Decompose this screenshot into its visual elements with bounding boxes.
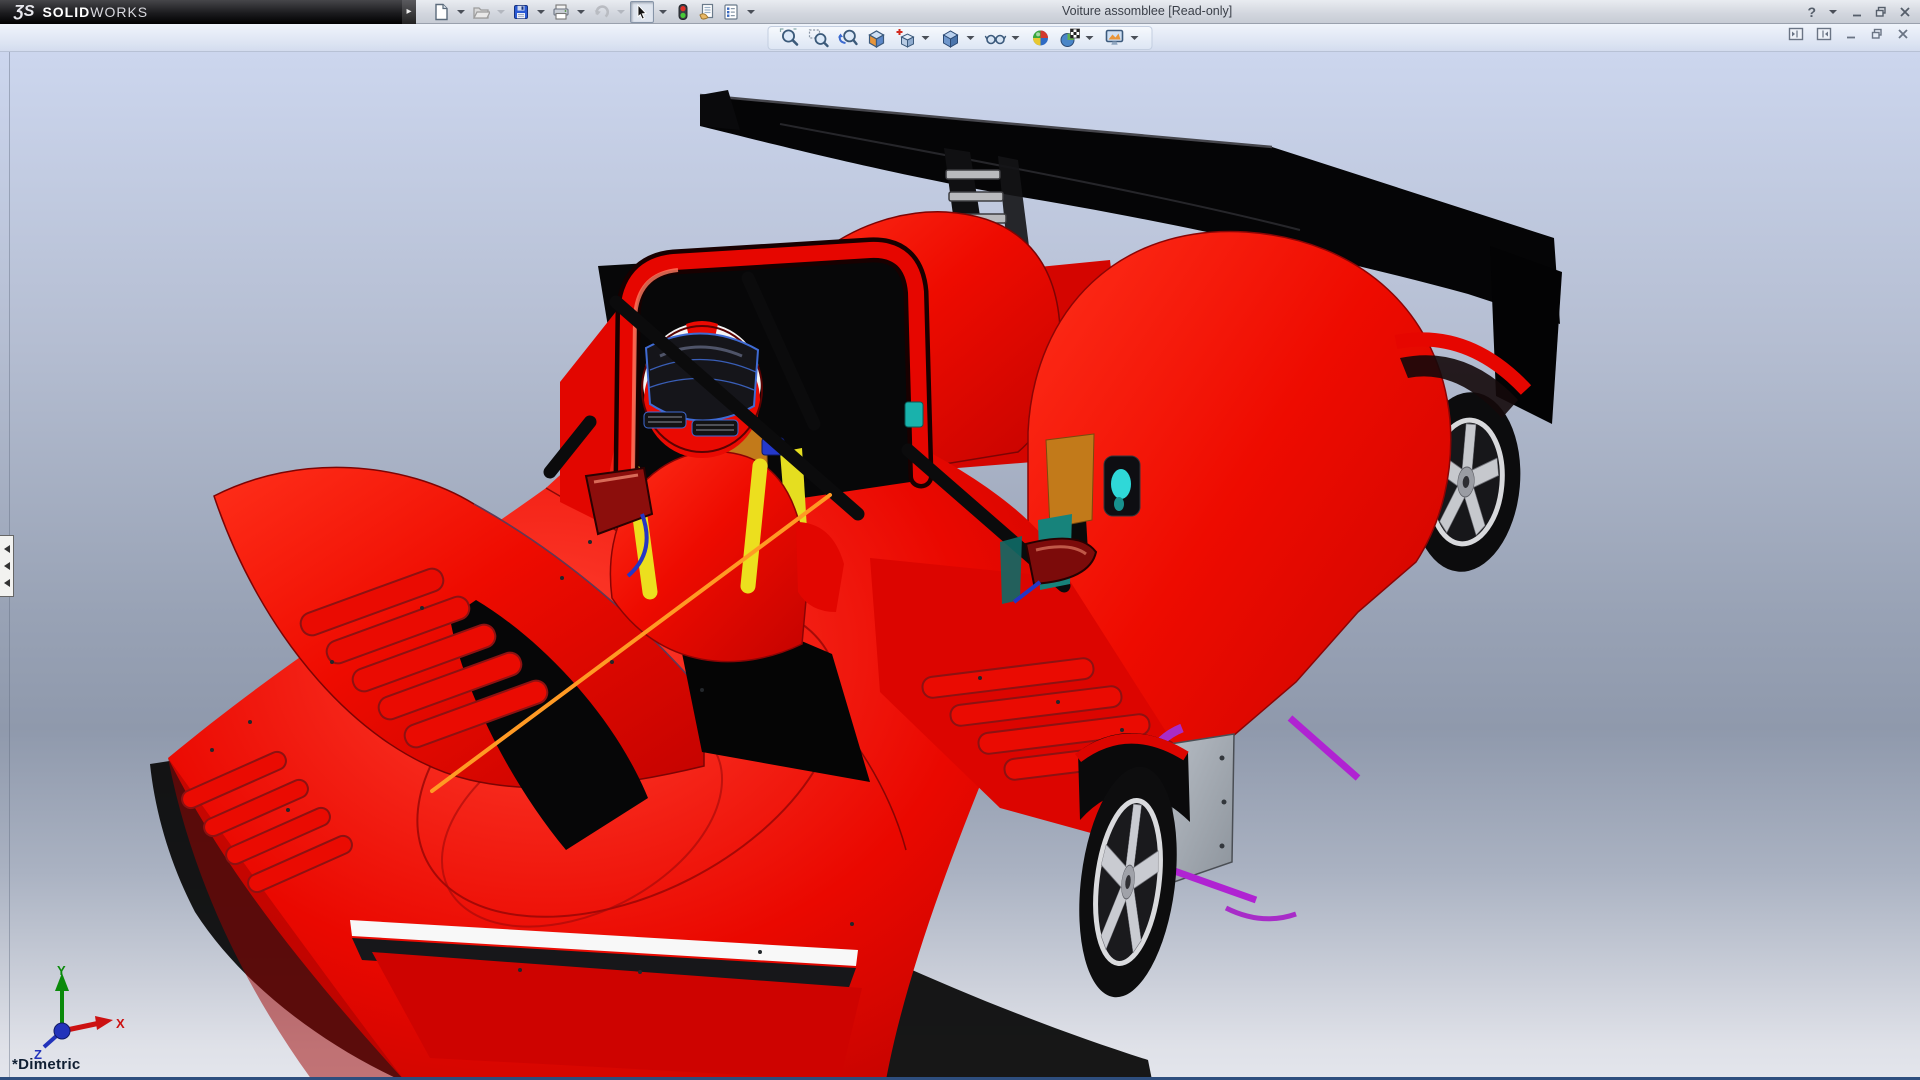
view-orientation-caret-icon[interactable] (922, 36, 930, 40)
view-orientation-label: *Dimetric (12, 1056, 81, 1073)
solidworks-logo-glyph: ƷS (14, 3, 34, 21)
open-folder-icon (472, 3, 490, 21)
help-dropdown-caret-icon[interactable] (1829, 10, 1837, 14)
section-view-icon (866, 27, 888, 49)
race-car-model[interactable] (0, 52, 1920, 1080)
solidworks-logo-text: SOLIDWORKS (42, 4, 148, 20)
open-document-button[interactable] (470, 2, 492, 22)
section-view-button[interactable] (866, 27, 888, 49)
undo-arrow-icon (592, 3, 610, 21)
undo-dropdown-caret-icon (617, 10, 625, 14)
print-icon (552, 3, 570, 21)
hide-show-caret-icon[interactable] (1012, 36, 1020, 40)
document-window-controls (1788, 27, 1910, 41)
view-orientation-icon (895, 27, 917, 49)
select-tool-button[interactable] (630, 1, 654, 23)
view-settings-button[interactable] (1104, 27, 1142, 49)
help-button[interactable]: ? (1807, 4, 1816, 20)
expand-tree-arrow-icon (4, 545, 10, 553)
view-settings-monitor-icon (1104, 27, 1126, 49)
doc-restore-button[interactable] (1870, 27, 1884, 41)
document-title: Voiture assomblee [Read-only] (1062, 4, 1232, 18)
print-button[interactable] (550, 2, 572, 22)
new-document-button[interactable] (430, 2, 452, 22)
doc-minimize-button[interactable] (1844, 27, 1858, 41)
standard-toolbar (430, 1, 758, 23)
appearance-ball-icon (1030, 27, 1052, 49)
roll-bar-teal-chip (905, 402, 923, 427)
display-style-icon (940, 27, 962, 49)
doc-restore-icon (1870, 27, 1884, 41)
zoom-to-fit-icon (779, 27, 801, 49)
save-dropdown-caret-icon[interactable] (537, 10, 545, 14)
restore-icon (1874, 5, 1888, 19)
solidworks-logo: ƷS SOLIDWORKS (0, 0, 402, 24)
doc-close-button[interactable] (1896, 27, 1910, 41)
options-dropdown-caret-icon[interactable] (747, 10, 755, 14)
eyeglasses-icon (985, 27, 1007, 49)
menu-strip (0, 24, 1920, 52)
restore-button[interactable] (1874, 5, 1888, 19)
front-right-wheel[interactable] (1067, 733, 1190, 1003)
view-orientation-button[interactable] (895, 27, 933, 49)
triad-y-label: Y (57, 965, 66, 978)
heads-up-view-toolbar (768, 26, 1153, 50)
window-controls: ? (1807, 0, 1912, 24)
cyan-gauge (1104, 456, 1140, 516)
doc-close-icon (1896, 27, 1910, 41)
undo-button (590, 2, 612, 22)
options-button[interactable] (720, 2, 742, 22)
expand-right-pane-button[interactable] (1816, 27, 1832, 41)
apply-scene-caret-icon[interactable] (1086, 36, 1094, 40)
close-icon (1898, 5, 1912, 19)
collapse-left-pane-icon (1788, 27, 1804, 41)
open-dropdown-caret-icon (497, 10, 505, 14)
apply-scene-icon (1059, 27, 1081, 49)
zoom-to-area-button[interactable] (808, 27, 830, 49)
minimize-button[interactable] (1850, 5, 1864, 19)
hide-show-items-button[interactable] (985, 27, 1023, 49)
menu-expand-arrow[interactable]: ▸ (402, 0, 416, 24)
previous-view-icon (837, 27, 859, 49)
rebuild-button[interactable] (672, 2, 694, 22)
expand-tree-arrow-icon (4, 579, 10, 587)
edit-appearance-button[interactable] (1030, 27, 1052, 49)
minimize-icon (1850, 5, 1864, 19)
collapse-left-pane-button[interactable] (1788, 27, 1804, 41)
save-button[interactable] (510, 2, 532, 22)
new-document-icon (432, 3, 450, 21)
save-floppy-icon (512, 3, 530, 21)
feature-tree-collapsed-tab[interactable] (0, 535, 14, 597)
options-checklist-icon (722, 3, 740, 21)
graphics-viewport[interactable]: Y X Z *Dimetric (0, 52, 1920, 1080)
apply-scene-button[interactable] (1059, 27, 1097, 49)
expand-tree-arrow-icon (4, 562, 10, 570)
display-style-button[interactable] (940, 27, 978, 49)
triad-x-label: X (116, 1016, 125, 1031)
new-dropdown-caret-icon[interactable] (457, 10, 465, 14)
zoom-to-area-icon (808, 27, 830, 49)
zoom-to-fit-button[interactable] (779, 27, 801, 49)
expand-right-pane-icon (1816, 27, 1832, 41)
close-button[interactable] (1898, 5, 1912, 19)
previous-view-button[interactable] (837, 27, 859, 49)
file-properties-button[interactable] (696, 2, 718, 22)
doc-minimize-icon (1844, 27, 1858, 41)
display-style-caret-icon[interactable] (967, 36, 975, 40)
view-settings-caret-icon[interactable] (1131, 36, 1139, 40)
title-bar: ƷS SOLIDWORKS ▸ (0, 0, 1920, 24)
print-dropdown-caret-icon[interactable] (577, 10, 585, 14)
file-properties-icon (698, 3, 716, 21)
select-dropdown-caret-icon[interactable] (659, 10, 667, 14)
reference-triad: Y X Z (16, 965, 126, 1061)
rebuild-traffic-light-icon (674, 3, 692, 21)
select-cursor-icon (633, 3, 651, 21)
